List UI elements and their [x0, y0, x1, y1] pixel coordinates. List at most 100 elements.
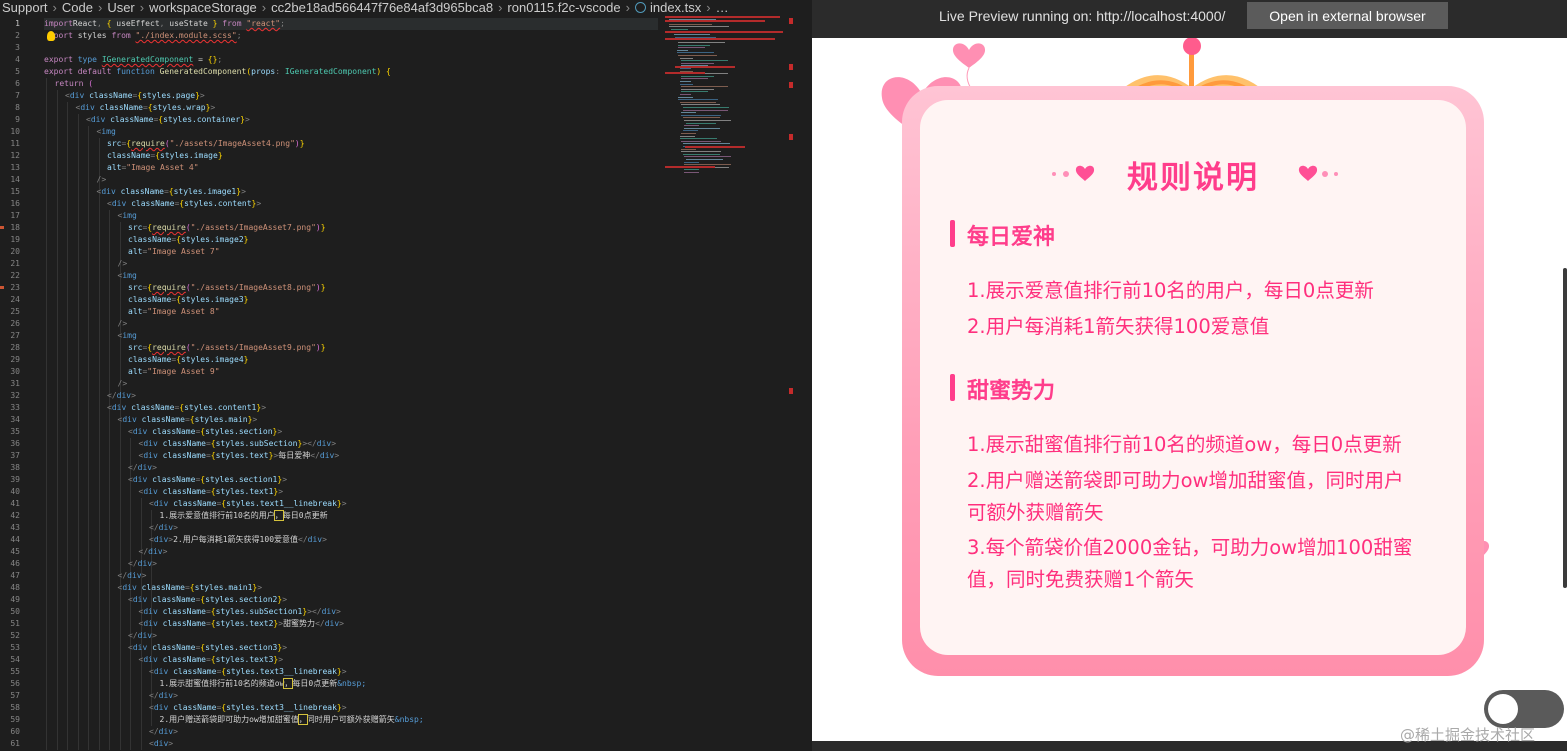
line-number: 56 [10, 679, 20, 688]
code-line[interactable]: <div className={styles.content}> [44, 198, 261, 210]
code-token: className [107, 151, 151, 160]
code-line[interactable]: </div> [44, 390, 136, 402]
code-line[interactable]: className={styles.image4} [44, 354, 248, 366]
code-line[interactable]: 2.用户赠送箭袋即可助力ow增加甜蜜值，同时用户可额外获赠箭矢&nbsp; [44, 714, 424, 726]
code-line[interactable]: </div> [44, 726, 178, 738]
code-line[interactable]: export default function GeneratedCompone… [44, 66, 391, 78]
line-number: 8 [15, 103, 20, 112]
preview-scrollbar[interactable] [1563, 268, 1567, 588]
code-line[interactable]: </div> [44, 558, 157, 570]
code-line[interactable]: <div className={styles.section}> [44, 426, 282, 438]
code-line[interactable]: <img [44, 270, 137, 282]
breadcrumb-file[interactable]: index.tsx [650, 0, 701, 15]
code-line[interactable]: src={require("./assets/ImageAsset7.png")… [44, 222, 326, 234]
minimap-error-mark [675, 66, 735, 68]
code-line[interactable]: alt="Image Asset 9" [44, 366, 220, 378]
code-line[interactable]: <img [44, 126, 116, 138]
code-line[interactable]: className={styles.image} [44, 150, 223, 162]
code-line[interactable]: <div className={styles.text3__linebreak}… [44, 702, 347, 714]
code-line[interactable]: <div className={styles.container}> [44, 114, 250, 126]
code-area[interactable]: 1 importReact, { useEffect, useState } fr… [0, 16, 660, 751]
code-line[interactable]: </div> [44, 546, 168, 558]
code-line[interactable]: <div className={styles.image1}> [44, 186, 246, 198]
code-line[interactable]: <div className={styles.text1__linebreak}… [44, 498, 347, 510]
code-line[interactable]: 1.展示爱意值排行前10名的用户，每日0点更新 [44, 510, 328, 522]
line-number: 35 [10, 427, 20, 436]
minimap-line [678, 55, 717, 56]
code-line[interactable]: /> [44, 258, 128, 270]
code-line[interactable]: <div className={styles.subSection1}></di… [44, 606, 341, 618]
code-line[interactable]: alt="Image Asset 8" [44, 306, 220, 318]
breadcrumb-item[interactable]: User [107, 0, 134, 15]
minimap[interactable] [665, 16, 785, 191]
code-line[interactable]: <div className={styles.text3__linebreak}… [44, 666, 347, 678]
code-line[interactable]: <div className={styles.page}> [44, 90, 205, 102]
code-line[interactable]: <div className={styles.main1}> [44, 582, 263, 594]
code-line[interactable]: <div className={styles.text1}> [44, 486, 284, 498]
lightbulb-icon[interactable] [47, 31, 55, 41]
breadcrumb-item[interactable]: Code [62, 0, 93, 15]
code-line[interactable]: src={require("./assets/ImageAsset8.png")… [44, 282, 326, 294]
code-line[interactable]: <div className={styles.main}> [44, 414, 258, 426]
code-line[interactable]: </div> [44, 690, 178, 702]
code-line[interactable]: alt="Image Asset 7" [44, 246, 220, 258]
code-line[interactable]: /> [44, 378, 128, 390]
code-line[interactable]: <div className={styles.wrap}> [44, 102, 216, 114]
theme-toggle[interactable] [1484, 690, 1564, 728]
code-line[interactable]: <img [44, 210, 137, 222]
code-token: </ [128, 463, 138, 472]
code-line[interactable]: </div> [44, 462, 157, 474]
error-marker [789, 64, 793, 70]
code-line[interactable]: src={require("./assets/ImageAsset9.png")… [44, 342, 326, 354]
code-token: </ [149, 523, 159, 532]
code-line[interactable]: <div className={styles.content1}> [44, 402, 266, 414]
code-token: </ [149, 691, 159, 700]
code-token: styles.image [160, 151, 218, 160]
breadcrumb-more[interactable]: … [716, 0, 729, 15]
code-line[interactable]: <div className={styles.text3}> [44, 654, 284, 666]
code-line[interactable]: port styles from "./index.module.scss"; [44, 30, 242, 42]
breadcrumb-item[interactable]: Support [2, 0, 48, 15]
code-line[interactable]: export type IGeneratedComponent = {}; [44, 54, 222, 66]
code-line[interactable]: <div className={styles.text2}>甜蜜势力</div> [44, 618, 344, 630]
code-line[interactable]: /> [44, 318, 128, 330]
code-line[interactable]: 1.展示甜蜜值排行前10名的频道ow，每日0点更新&nbsp; [44, 678, 366, 690]
code-line[interactable]: </div> [44, 522, 178, 534]
line-number: 54 [10, 655, 20, 664]
line-number: 53 [10, 643, 20, 652]
code-line[interactable]: <div className={styles.section3}> [44, 642, 287, 654]
code-token: React [72, 19, 97, 28]
code-line[interactable]: </div> [44, 570, 147, 582]
code-line[interactable]: className={styles.image3} [44, 294, 248, 306]
code-token: > [131, 391, 136, 400]
code-editor[interactable]: Support › Code › User › workspaceStorage › cc2be… [0, 0, 800, 751]
rule-line: 2.用户赠送箭袋即可助力ow增加甜蜜值，同时用户 [967, 469, 1404, 492]
breadcrumb-item[interactable]: ron0115.f2c-vscode [507, 0, 620, 15]
open-external-browser-button[interactable]: Open in external browser [1247, 2, 1448, 29]
code-line[interactable]: className={styles.image2} [44, 234, 248, 246]
code-line[interactable]: alt="Image Asset 4" [44, 162, 199, 174]
code-line[interactable]: <div className={styles.section1}> [44, 474, 287, 486]
code-line[interactable]: <img [44, 330, 137, 342]
code-token: img [122, 331, 137, 340]
code-line[interactable]: importReact, { useEffect, useState } fro… [44, 18, 658, 30]
code-line[interactable]: /> [44, 174, 107, 186]
code-line[interactable]: </div> [44, 630, 157, 642]
breadcrumb-item[interactable]: workspaceStorage [149, 0, 257, 15]
minimap-line [681, 140, 721, 142]
error-marker [789, 82, 793, 88]
code-line[interactable]: <div className={styles.subSection}></div… [44, 438, 337, 450]
code-line[interactable]: <div className={styles.section2}> [44, 594, 287, 606]
minimap-line [679, 135, 695, 137]
code-token: div [319, 451, 335, 460]
breadcrumb-item[interactable]: cc2be18ad566447f76e84af3d965bca8 [271, 0, 493, 15]
code-line[interactable]: src={require("./assets/ImageAsset4.png")… [44, 138, 305, 150]
minimap-error-mark [665, 20, 765, 22]
editor-scrollbar[interactable] [787, 16, 795, 751]
code-line[interactable]: <div className={styles.text}>每日爱神</div> [44, 450, 340, 462]
breadcrumb: Support › Code › User › workspaceStorage › cc2be… [0, 0, 800, 16]
code-line[interactable]: <div>2.用户每消耗1箭矢获得100爱意值</div> [44, 534, 327, 546]
code-line[interactable]: <div> [44, 738, 173, 750]
line-number: 42 [10, 511, 20, 520]
code-line[interactable]: return ( [44, 78, 94, 90]
